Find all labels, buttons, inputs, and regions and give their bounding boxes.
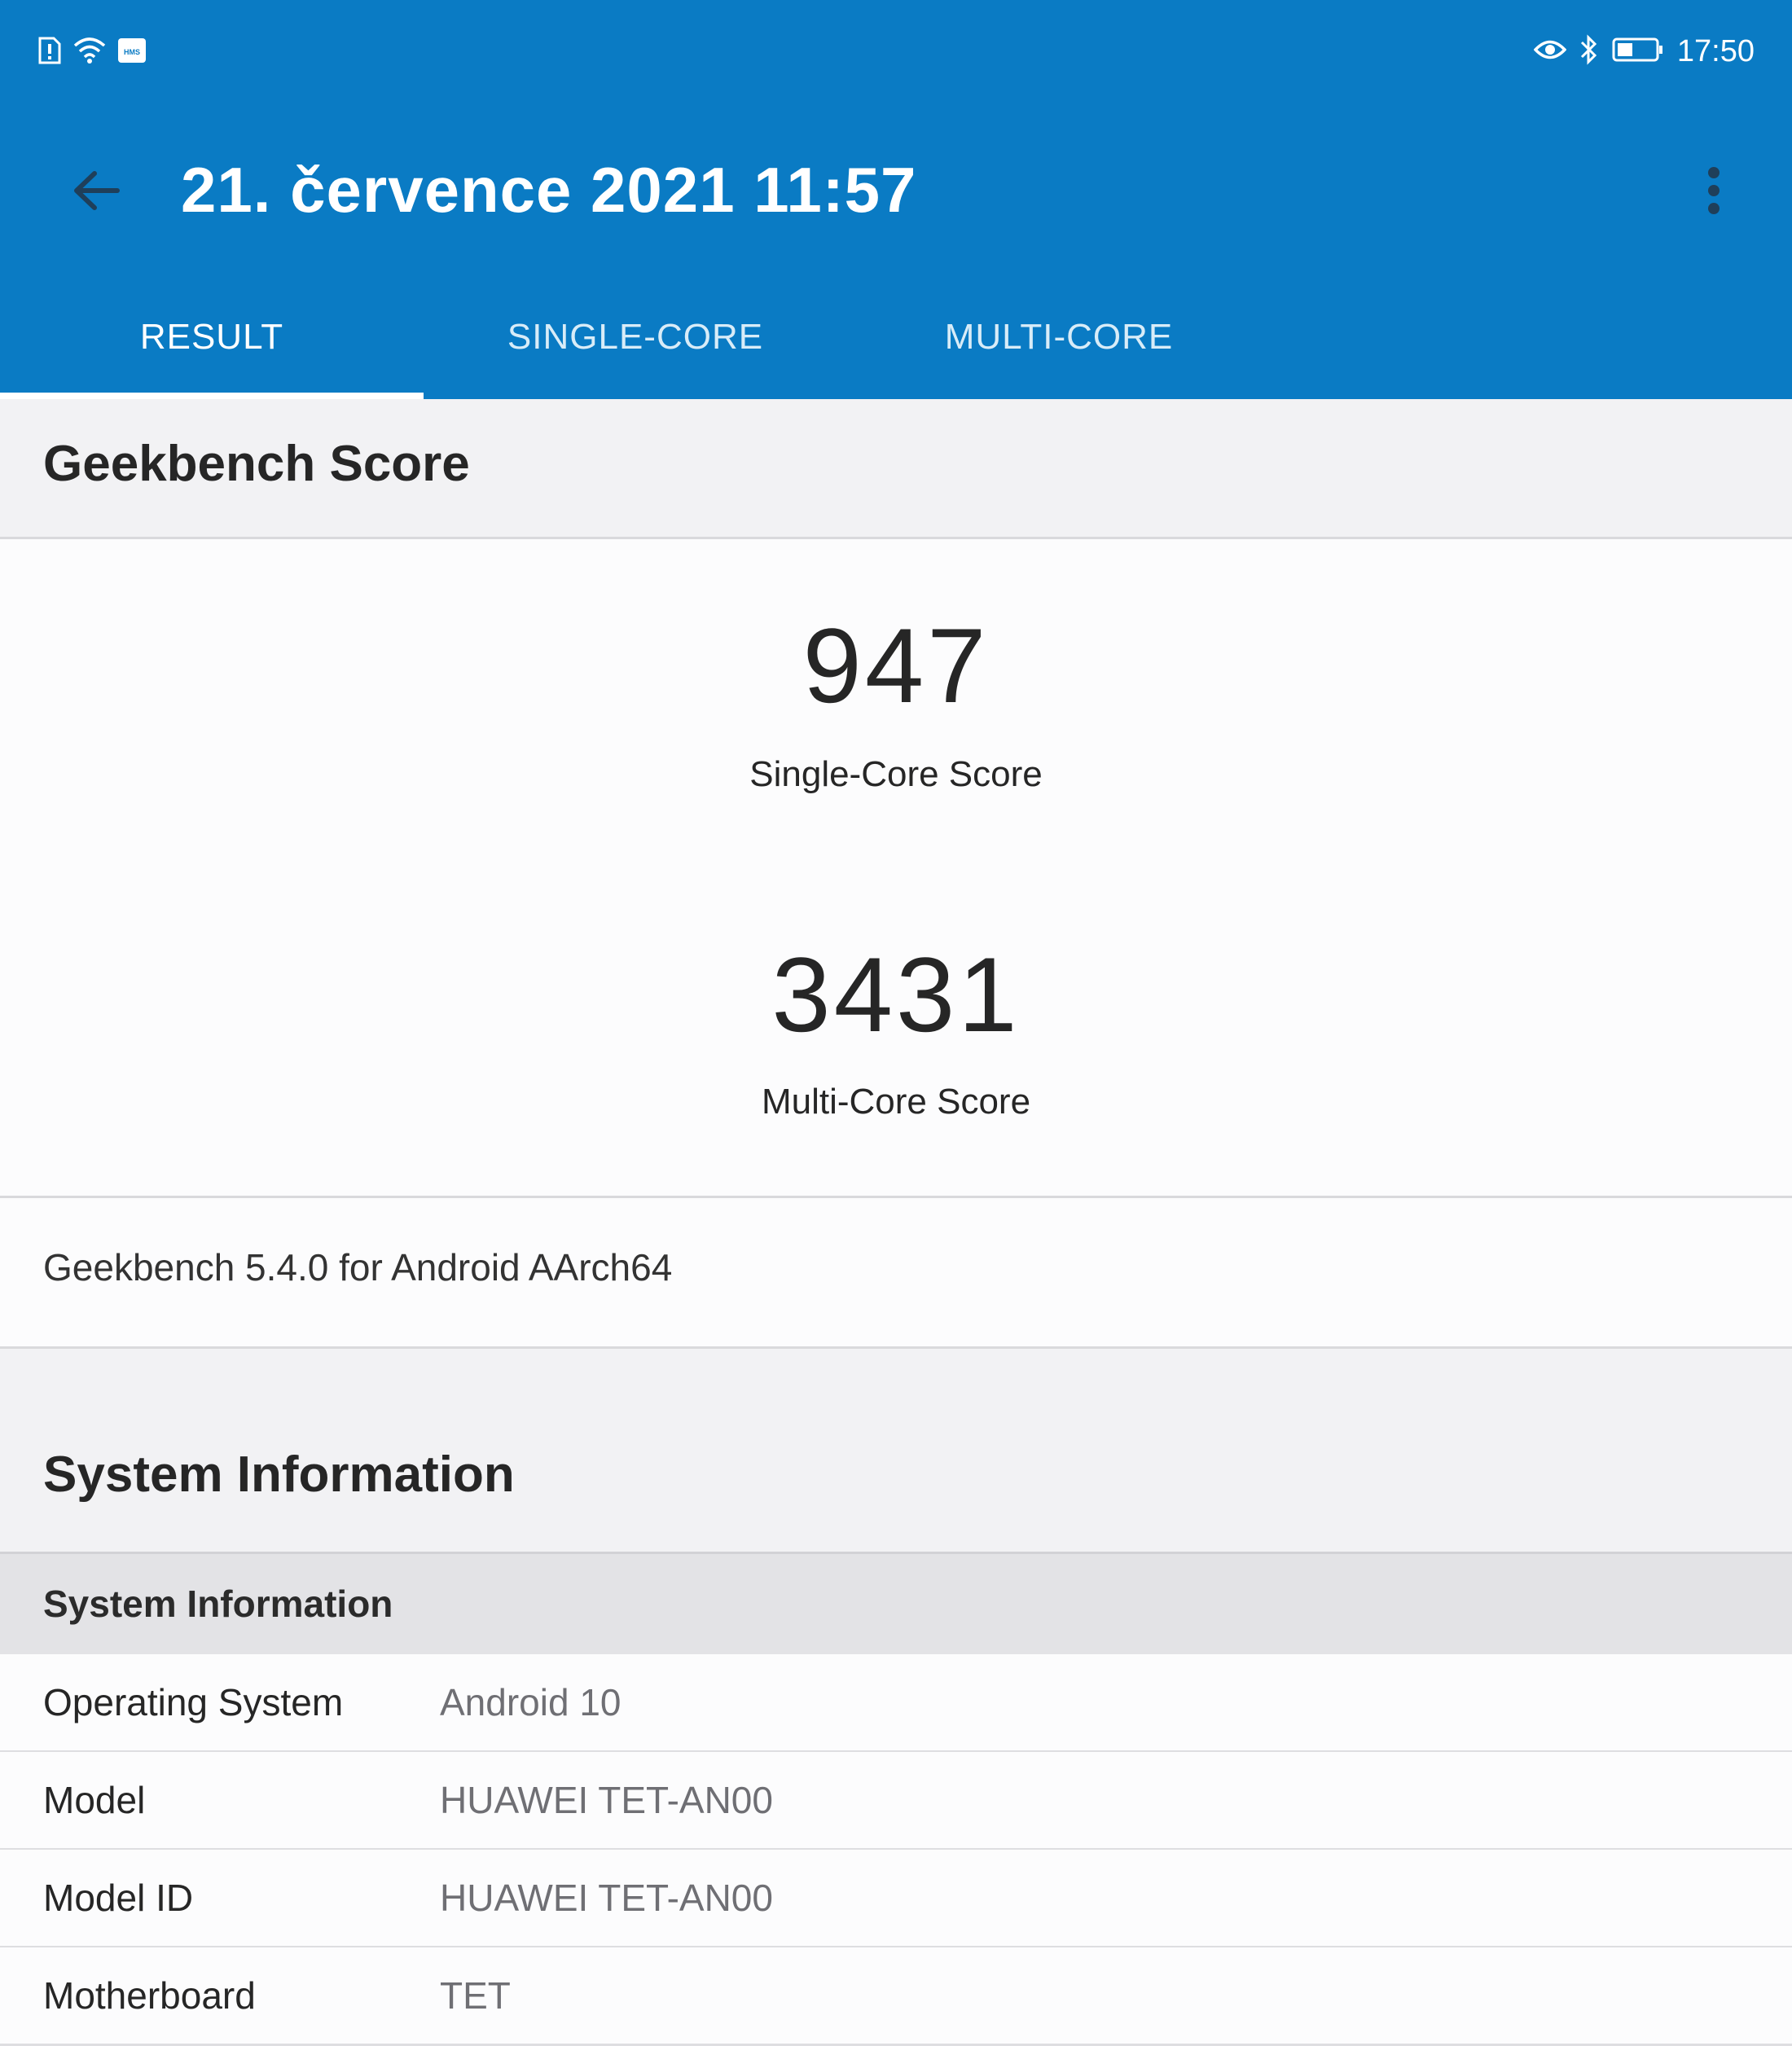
section-title-score: Geekbench Score <box>43 436 470 492</box>
system-info-group-label: System Information <box>43 1583 393 1625</box>
status-icons-right: 17:50 <box>1533 31 1755 72</box>
eye-icon <box>1533 37 1567 66</box>
row-value: HUAWEI TET-AN00 <box>440 1779 773 1821</box>
single-core-score-label: Single-Core Score <box>749 754 1043 794</box>
table-row: Model HUAWEI TET-AN00 <box>0 1752 1792 1851</box>
tab-multi-core[interactable]: MULTI-CORE <box>847 275 1271 399</box>
row-value: Android 10 <box>440 1681 621 1723</box>
status-time: 17:50 <box>1676 34 1755 68</box>
more-options-button[interactable] <box>1681 160 1746 225</box>
app-bar: 21. července 2021 11:57 <box>0 104 1792 275</box>
row-key: Model ID <box>43 1877 194 1919</box>
row-key: Operating System <box>43 1681 344 1723</box>
system-info-group-header: System Information <box>0 1552 1792 1657</box>
row-key: Model <box>43 1779 146 1821</box>
wifi-icon <box>73 36 106 69</box>
version-text: Geekbench 5.4.0 for Android AArch64 <box>43 1246 673 1289</box>
back-button[interactable] <box>64 160 129 225</box>
tab-multi-core-label: MULTI-CORE <box>944 317 1174 357</box>
section-title-system: System Information <box>43 1447 515 1503</box>
single-core-score-value: 947 <box>802 606 990 725</box>
row-value: TET <box>440 1974 511 2017</box>
status-bar: HMS 17:50 <box>0 0 1792 104</box>
tab-bar: RESULT SINGLE-CORE MULTI-CORE <box>0 275 1792 399</box>
row-key: Motherboard <box>43 1974 256 2017</box>
top-bar: HMS 17:50 21. července 2021 11:57 RESULT… <box>0 0 1792 399</box>
table-row: Model ID HUAWEI TET-AN00 <box>0 1850 1792 1948</box>
table-row: Motherboard TET <box>0 1947 1792 2046</box>
row-value: HUAWEI TET-AN00 <box>440 1877 773 1919</box>
page-title: 21. července 2021 11:57 <box>181 154 917 226</box>
multi-core-score-value: 3431 <box>771 935 1021 1054</box>
hms-icon: HMS <box>117 37 147 68</box>
arrow-back-icon <box>72 169 121 216</box>
status-icons-left: HMS <box>37 36 147 69</box>
bluetooth-icon <box>1579 33 1599 69</box>
tab-single-core-label: SINGLE-CORE <box>507 317 764 357</box>
svg-text:HMS: HMS <box>124 48 140 56</box>
sim-alert-icon <box>37 36 62 69</box>
tab-active-indicator <box>0 393 424 399</box>
battery-icon <box>1612 37 1664 67</box>
tab-result[interactable]: RESULT <box>0 275 424 399</box>
version-row: Geekbench 5.4.0 for Android AArch64 <box>0 1198 1792 1349</box>
table-row: Operating System Android 10 <box>0 1654 1792 1753</box>
multi-core-score-label: Multi-Core Score <box>761 1082 1031 1122</box>
tab-single-core[interactable]: SINGLE-CORE <box>424 275 847 399</box>
more-vert-icon <box>1706 166 1722 219</box>
tab-result-label: RESULT <box>139 317 284 357</box>
geekbench-score-header: Geekbench Score <box>0 399 1792 539</box>
score-panel: 947 Single-Core Score 3431 Multi-Core Sc… <box>0 539 1792 1198</box>
